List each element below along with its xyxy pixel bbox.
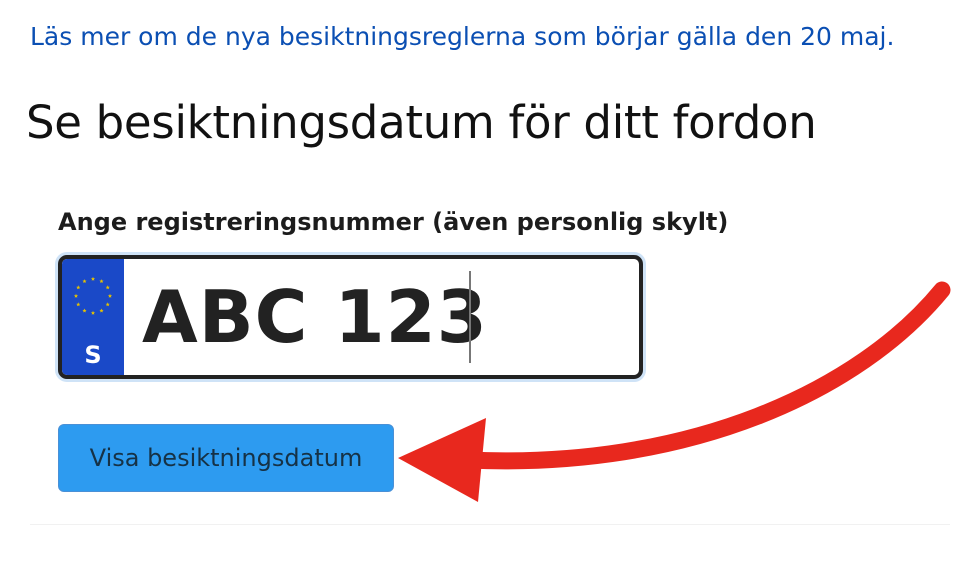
eu-band: S <box>62 259 124 375</box>
eu-star <box>90 276 96 281</box>
eu-star <box>82 308 87 313</box>
eu-star <box>107 293 113 298</box>
eu-star <box>82 279 87 284</box>
eu-star <box>105 302 110 307</box>
eu-star <box>73 293 79 298</box>
red-arrow-annotation <box>398 281 951 502</box>
info-link[interactable]: Läs mer om de nya besiktningsreglerna so… <box>30 22 894 51</box>
eu-star <box>76 285 81 290</box>
eu-star <box>90 310 96 315</box>
eu-star <box>99 308 104 313</box>
eu-star <box>99 279 104 284</box>
eu-stars-icon <box>73 276 113 315</box>
page-title: Se besiktningsdatum för ditt fordon <box>26 96 817 149</box>
show-inspection-date-button[interactable]: Visa besiktningsdatum <box>58 424 394 492</box>
country-code: S <box>84 341 102 369</box>
eu-star <box>76 302 81 307</box>
registration-number-label: Ange registreringsnummer (även personlig… <box>58 208 729 236</box>
eu-star <box>105 285 110 290</box>
